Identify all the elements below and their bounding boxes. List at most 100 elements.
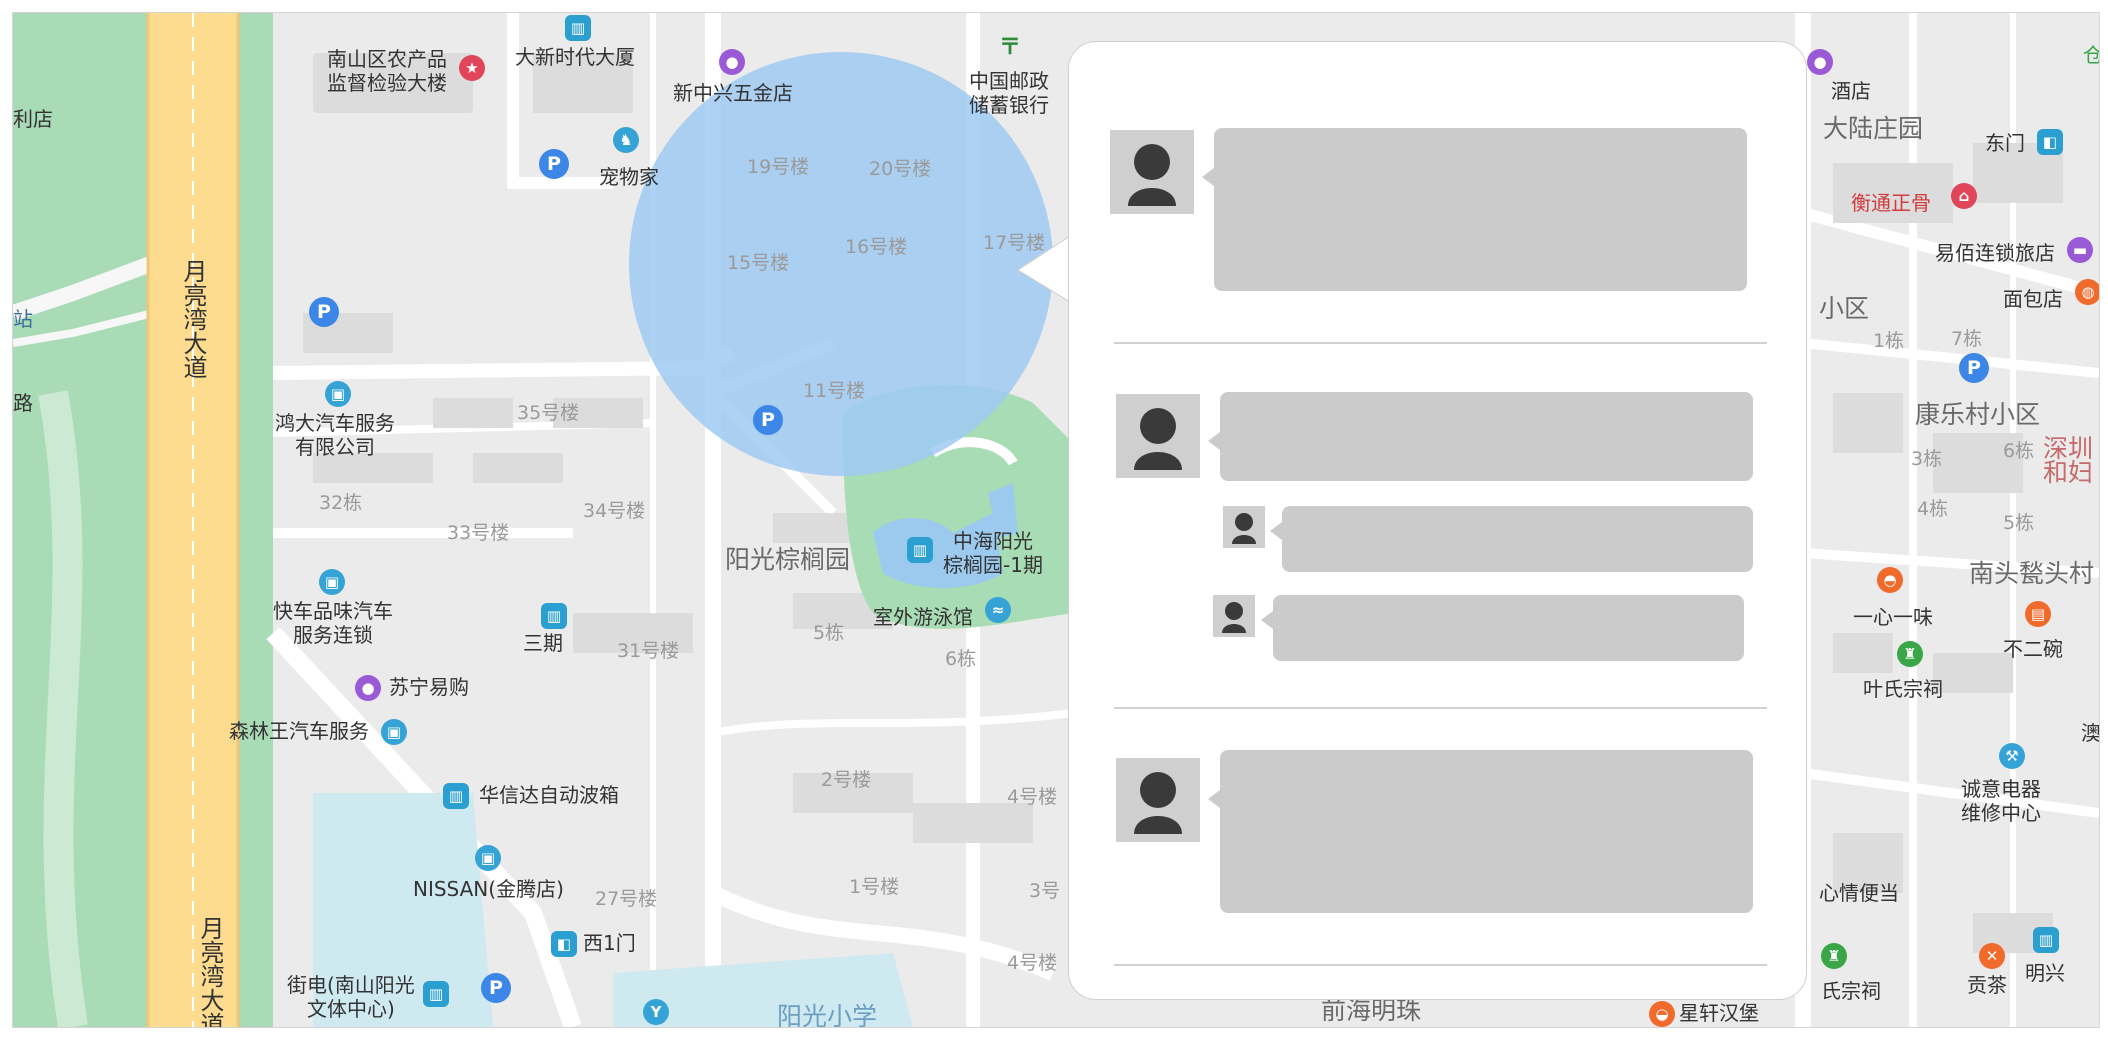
building-icon[interactable]: ▥ [2033,927,2059,953]
parking-icon[interactable]: P [481,973,511,1003]
user-silhouette-icon [1128,144,1176,206]
place-label: 森林王汽车服务 [229,719,369,743]
place-label: 面包店 [2003,287,2063,311]
reply-bubble[interactable] [1261,595,1744,661]
district-label: 康乐村小区 [1915,400,2041,429]
message-bubble[interactable] [1202,128,1747,291]
thread-divider [1114,964,1767,966]
noodle-bowl-icon[interactable]: ◓ [1877,567,1903,593]
star-icon[interactable]: ★ [459,55,485,81]
gate-icon[interactable]: ◧ [551,931,577,957]
building-label: 6栋 [945,648,977,670]
message-bubble[interactable] [1208,392,1753,481]
place-label: 澳 [2081,721,2100,745]
building-label: 4号楼 [1007,952,1058,974]
place-label: 三期 [523,631,563,655]
place-label: 氏宗祠 [1821,979,1881,1003]
place-label: 东门 [1985,131,2025,155]
parking-icon[interactable]: P [753,405,783,435]
building-icon[interactable]: ▥ [423,981,449,1007]
road-moon-bay-lower: 月亮湾大道 [196,916,224,1028]
home-icon[interactable]: ⌂ [1951,183,1977,209]
hotel-icon[interactable]: ▬ [2067,237,2093,263]
car-service-icon[interactable]: ▣ [325,381,351,407]
building-label: 31号楼 [617,640,680,662]
place-label: 南山区农产品 监督检验大楼 [327,47,447,95]
building-label: 11号楼 [803,380,866,402]
tree-icon[interactable]: Y [643,999,669,1025]
car-service-icon[interactable]: ▣ [475,845,501,871]
gate-icon[interactable]: ◧ [2037,129,2063,155]
district-label: 阳光棕榈园 [725,545,851,574]
building-icon[interactable]: ▥ [907,537,933,563]
place-label: 宠物家 [599,165,659,189]
place-label: 中海阳光 棕榈园-1期 [943,529,1043,577]
building-label: 34号楼 [583,500,646,522]
building-icon[interactable]: ▥ [565,15,591,41]
building-icon[interactable]: ▥ [541,603,567,629]
place-label: 明兴 [2025,961,2065,985]
drink-icon[interactable]: ✕ [1979,943,2005,969]
place-label: 站 [13,307,33,331]
thread-divider [1114,707,1767,709]
place-label: 鸿大汽车服务 有限公司 [275,411,395,459]
popup-pointer [1018,236,1070,302]
rabbit-pet-icon[interactable]: ♞ [613,127,639,153]
building-label: 1栋 [1873,330,1905,352]
reply-bubble[interactable] [1270,506,1753,572]
building-label: 27号楼 [595,888,658,910]
message-popup[interactable] [1068,41,1807,1000]
bakery-icon[interactable]: ◍ [2075,279,2099,305]
temple-icon[interactable]: ♜ [1821,943,1847,969]
swim-icon[interactable]: ≈ [985,597,1011,623]
place-label: 利店 [13,107,53,131]
building-label: 6栋 [2003,440,2035,462]
building-label: 20号楼 [869,158,932,180]
avatar-small[interactable] [1223,506,1265,548]
place-label: 心情便当 [1819,881,1899,905]
user-silhouette-icon [1232,513,1256,544]
building-label: 4号楼 [1007,786,1058,808]
car-service-icon[interactable]: ▣ [381,719,407,745]
building-icon[interactable]: ▥ [443,783,469,809]
building-label: 7栋 [1951,328,1983,350]
shopping-bag-icon[interactable]: ● [1807,49,1833,75]
place-label: 不二碗 [2003,637,2063,661]
building-label: 5栋 [2003,512,2035,534]
parking-icon[interactable]: P [1959,353,1989,383]
postal-icon[interactable]: 〒 [997,35,1023,61]
place-label: 叶氏宗祠 [1863,677,1943,701]
building-label: 35号楼 [517,402,580,424]
place-label: 大新时代大厦 [515,45,635,69]
building-label: 3栋 [1911,448,1943,470]
place-label: 新中兴五金店 [673,81,793,105]
place-label: 一心一味 [1853,605,1933,629]
place-label: 街电(南山阳光 文体中心) [287,973,415,1021]
shopping-bag-icon[interactable]: ● [719,49,745,75]
place-label: 衡通正骨 [1851,191,1931,215]
place-label: 酒店 [1831,79,1871,103]
wrench-icon[interactable]: ⚒ [1999,743,2025,769]
parking-icon[interactable]: P [309,297,339,327]
shopping-bag-icon[interactable]: ● [355,675,381,701]
avatar[interactable] [1116,394,1200,478]
parking-icon[interactable]: P [539,149,569,179]
car-service-icon[interactable]: ▣ [319,569,345,595]
district-label: 前海明珠 [1321,996,1422,1025]
place-label: 华信达自动波箱 [479,783,619,807]
building-label: 5栋 [813,622,845,644]
place-label: 西1门 [583,931,636,955]
building-label: 15号楼 [727,252,790,274]
avatar-small[interactable] [1213,595,1255,637]
message-bubble[interactable] [1208,750,1753,913]
burger-icon[interactable]: ◒ [1649,1001,1675,1027]
place-label: 苏宁易购 [389,675,469,699]
avatar[interactable] [1110,130,1194,214]
building-label: 32栋 [319,492,363,514]
cake-icon[interactable]: ▤ [2025,601,2051,627]
temple-icon[interactable]: ♜ [1897,641,1923,667]
avatar[interactable] [1116,758,1200,842]
place-label: 室外游泳馆 [873,605,973,629]
thread-divider [1114,342,1767,344]
building-label: 1号楼 [849,876,900,898]
